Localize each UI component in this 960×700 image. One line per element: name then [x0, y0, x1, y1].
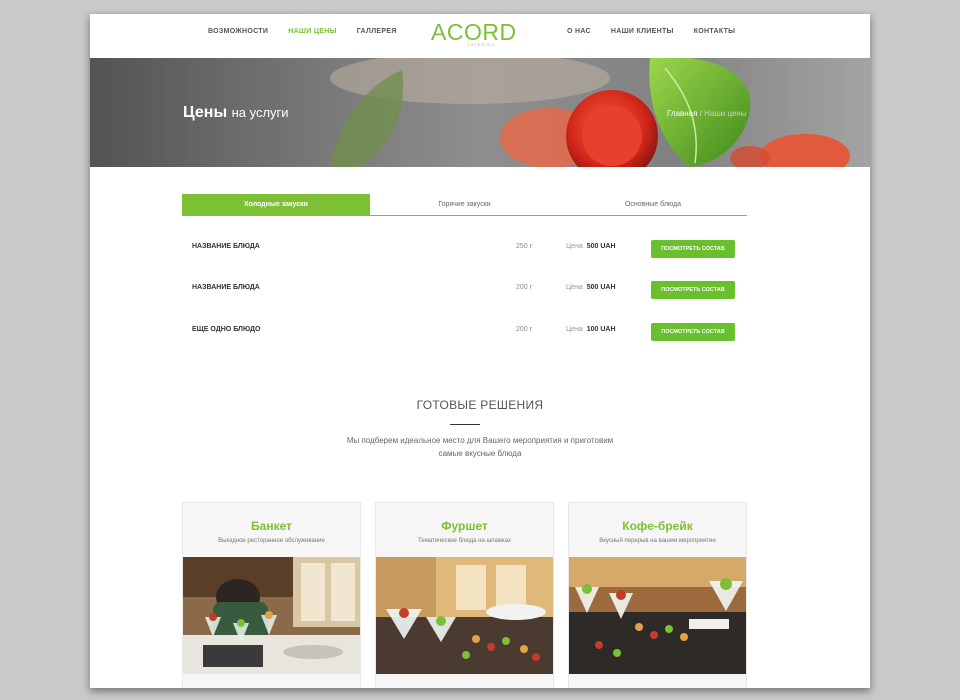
nav-item-about[interactable]: О нас [567, 27, 591, 37]
dish-name: Название блюда [192, 284, 260, 291]
dish-price: Цена 500 UAH [566, 243, 616, 250]
page-title-rest: на услуги [231, 105, 289, 120]
tab-hot-appetizers[interactable]: Горячие закуски [370, 194, 559, 215]
view-ingredients-button[interactable]: Посмотреть состав [651, 240, 735, 258]
solutions-desc-line: Мы подберем идеальное место для Вашего м… [346, 436, 614, 445]
breadcrumb: Главная / Наши цены [667, 109, 747, 118]
dish-name: Еще одно блюдо [192, 326, 261, 333]
hero-banner: Цены на услуги Главная / Наши цены [90, 58, 870, 167]
price-row: Название блюда 200 г Цена 500 UAH Посмот… [192, 281, 737, 301]
solutions-divider [450, 424, 480, 425]
dish-weight: 200 г [516, 326, 533, 333]
card-image [569, 557, 746, 674]
menu-tabs: Холодные закуски Горячие закуски Основны… [182, 194, 747, 216]
page-title: Цены на услуги [183, 104, 289, 122]
card-image [376, 557, 553, 674]
nav-right: О нас Наши клиенты Контакты [567, 27, 735, 37]
view-ingredients-button[interactable]: Посмотреть состав [651, 323, 735, 341]
breadcrumb-home[interactable]: Главная [667, 109, 697, 118]
dish-price: Цена 500 UAH [566, 284, 616, 291]
card-image [183, 557, 360, 674]
price-value: 100 UAH [586, 326, 616, 333]
nav-item-features[interactable]: Возможности [208, 27, 268, 37]
solution-card-banquet[interactable]: Банкет Выездное ресторанное обслуживание [182, 502, 361, 688]
card-subtitle: Тематические блюда на шпажках [418, 538, 511, 544]
price-label: Цена [566, 326, 583, 333]
card-subtitle: Вкусный перерыв на вашем мероприятии [599, 538, 716, 544]
price-value: 500 UAH [586, 284, 616, 291]
logo[interactable]: ACORD CATERING [431, 16, 517, 52]
price-label: Цена [566, 243, 583, 250]
solutions-desc-line: самые вкусные блюда [438, 449, 522, 458]
solution-card-buffet[interactable]: Фуршет Тематические блюда на шпажках [375, 502, 554, 688]
price-value: 500 UAH [586, 243, 616, 250]
nav-item-clients[interactable]: Наши клиенты [611, 27, 674, 37]
nav-left: Возможности Наши цены Галлерея [208, 27, 397, 37]
nav-item-gallery[interactable]: Галлерея [357, 27, 397, 37]
card-title: Кофе-брейк [622, 519, 693, 533]
breadcrumb-current: Наши цены [704, 109, 747, 118]
dish-price: Цена 100 UAH [566, 326, 616, 333]
price-row: Название блюда 250 г Цена 500 UAH Посмот… [192, 240, 737, 260]
dish-weight: 250 г [516, 243, 533, 250]
tab-main-dishes[interactable]: Основные блюда [559, 194, 747, 215]
site-header: Возможности Наши цены Галлерея ACORD CAT… [90, 14, 870, 58]
nav-item-contacts[interactable]: Контакты [694, 27, 736, 37]
solutions-description: Мы подберем идеальное место для Вашего м… [280, 434, 680, 460]
price-row: Еще одно блюдо 200 г Цена 100 UAH Посмот… [192, 323, 737, 343]
nav-item-prices[interactable]: Наши цены [288, 27, 337, 37]
view-ingredients-button[interactable]: Посмотреть состав [651, 281, 735, 299]
logo-subtext: CATERING [467, 42, 496, 47]
page: Возможности Наши цены Галлерея ACORD CAT… [90, 14, 870, 688]
card-title: Банкет [251, 519, 292, 533]
solutions-title: ГОТОВЫЕ РЕШЕНИЯ [416, 398, 544, 412]
tab-cold-appetizers[interactable]: Холодные закуски [182, 194, 370, 215]
breadcrumb-separator: / [699, 109, 702, 118]
solution-card-coffee-break[interactable]: Кофе-брейк Вкусный перерыв на вашем меро… [568, 502, 747, 688]
dish-name: Название блюда [192, 243, 260, 250]
dish-weight: 200 г [516, 284, 533, 291]
price-label: Цена [566, 284, 583, 291]
card-title: Фуршет [441, 519, 488, 533]
card-subtitle: Выездное ресторанное обслуживание [218, 538, 325, 544]
page-title-bold: Цены [183, 104, 228, 121]
